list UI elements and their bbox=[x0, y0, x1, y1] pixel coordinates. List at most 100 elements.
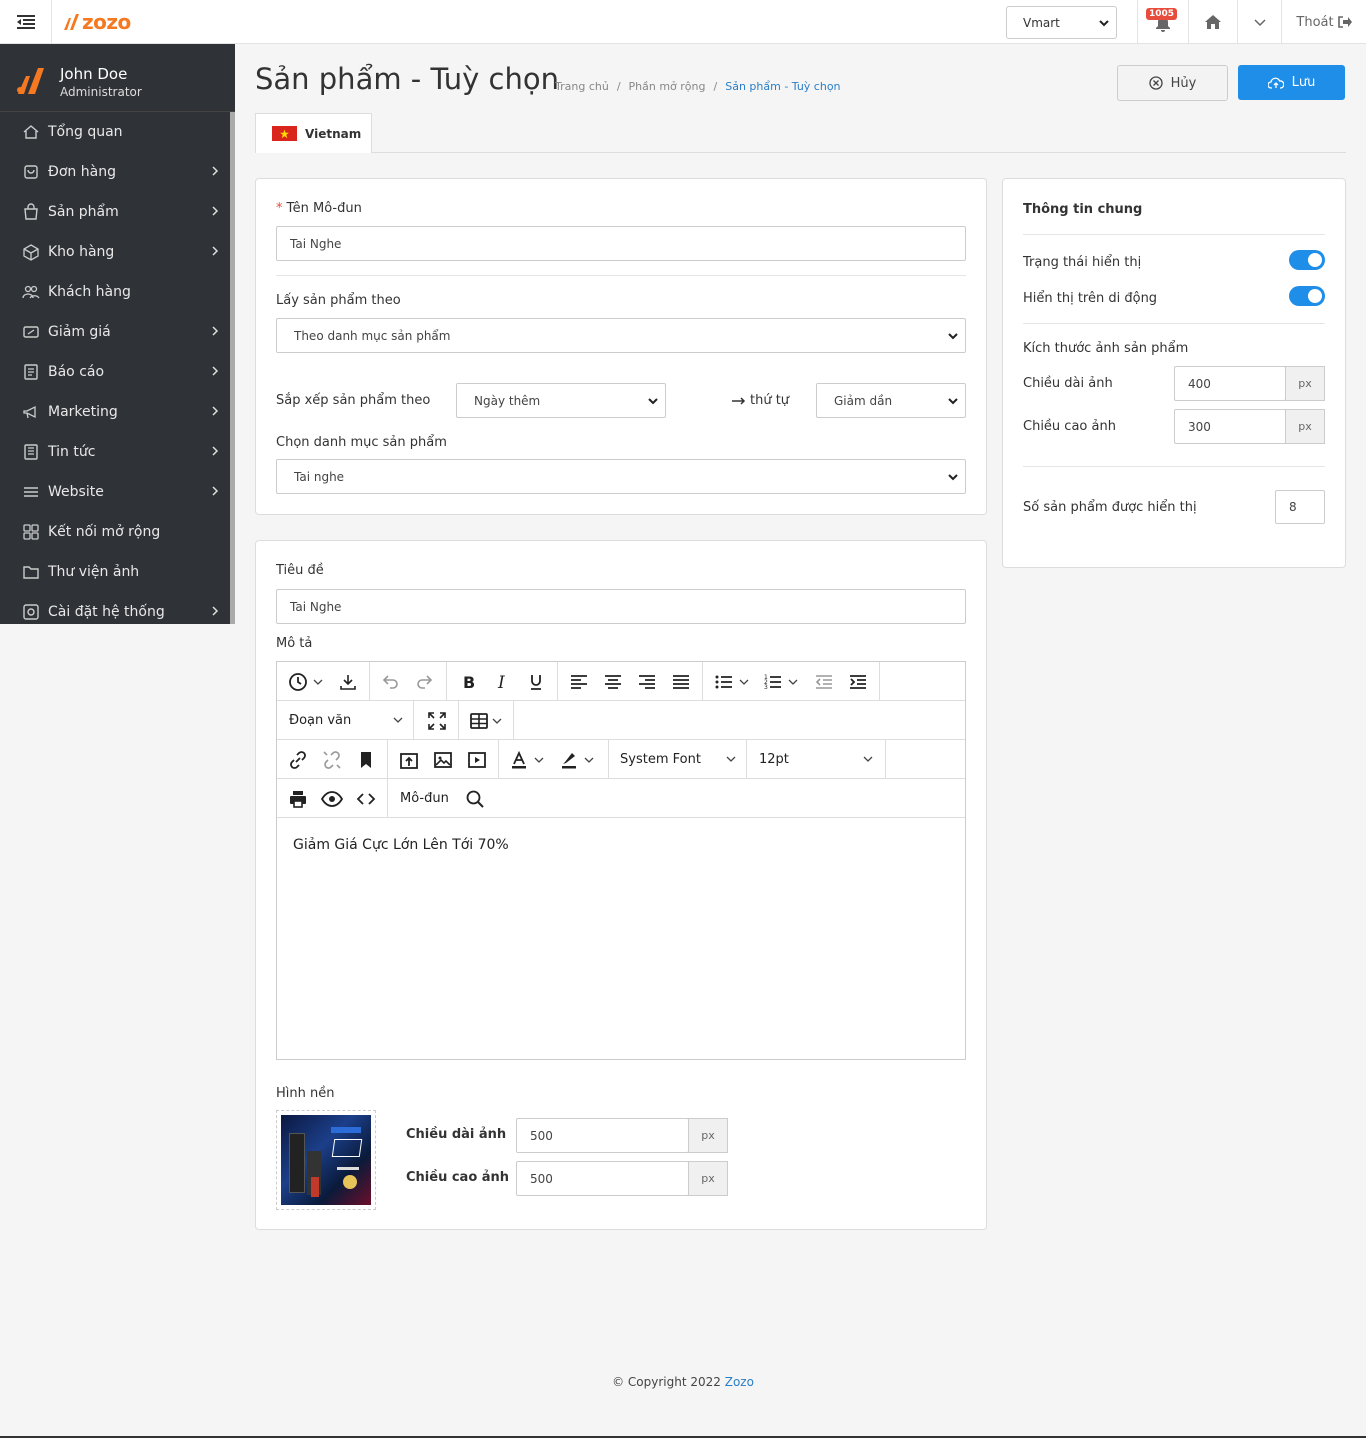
notifications-button[interactable]: 1005 bbox=[1137, 0, 1188, 44]
sidebar-item-label: Đơn hàng bbox=[48, 164, 116, 180]
module-insert-button[interactable]: Mô-đun bbox=[400, 779, 449, 818]
sidebar-item-label: Cài đặt hệ thống bbox=[48, 604, 165, 620]
unlink-icon[interactable] bbox=[320, 748, 344, 772]
sidebar-item-settings[interactable]: Cài đặt hệ thống bbox=[0, 592, 235, 632]
chevron-down-icon[interactable] bbox=[533, 748, 545, 772]
footer-brand-link[interactable]: Zozo bbox=[725, 1375, 754, 1389]
align-left-icon[interactable] bbox=[567, 670, 591, 694]
tab-label: Vietnam bbox=[305, 126, 362, 141]
text-color-icon[interactable] bbox=[507, 748, 531, 772]
user-menu-button[interactable] bbox=[1237, 0, 1281, 44]
numbered-list-icon[interactable]: 123 bbox=[761, 670, 785, 694]
mobile-display-toggle[interactable] bbox=[1289, 286, 1325, 306]
sidebar-item-box[interactable]: Kho hàng bbox=[0, 232, 235, 272]
bg-width-input[interactable]: 500 bbox=[516, 1118, 689, 1153]
table-icon[interactable] bbox=[467, 709, 491, 733]
link-icon[interactable] bbox=[286, 748, 310, 772]
module-name-input[interactable]: Tai Nghe bbox=[276, 226, 966, 261]
chevron-down-icon[interactable] bbox=[491, 709, 503, 733]
preview-eye-icon[interactable] bbox=[320, 787, 344, 811]
bullet-list-icon[interactable] bbox=[712, 670, 736, 694]
italic-icon[interactable]: I bbox=[490, 670, 514, 694]
logout-button[interactable]: Thoát bbox=[1281, 0, 1366, 44]
tab-vietnam[interactable]: Vietnam bbox=[255, 113, 372, 153]
chevron-down-icon[interactable] bbox=[738, 670, 750, 694]
source-code-icon[interactable] bbox=[354, 787, 378, 811]
redo-icon[interactable] bbox=[413, 670, 437, 694]
image-height-label: Chiều cao ảnh bbox=[1023, 419, 1116, 434]
image-width-input[interactable]: 400 bbox=[1174, 366, 1286, 401]
editor-content[interactable]: Giảm Giá Cực Lớn Lên Tới 70% bbox=[293, 837, 509, 853]
history-icon[interactable] bbox=[286, 670, 310, 694]
display-status-toggle[interactable] bbox=[1289, 250, 1325, 270]
sidebar-item-bag[interactable]: Sản phẩm bbox=[0, 192, 235, 232]
chevron-down-icon bbox=[1098, 17, 1110, 29]
store-select[interactable]: Vmart bbox=[1006, 6, 1117, 39]
download-icon[interactable] bbox=[336, 670, 360, 694]
toolbar-group: System Font bbox=[609, 740, 747, 779]
highlight-icon[interactable] bbox=[557, 748, 581, 772]
underline-icon[interactable] bbox=[524, 670, 548, 694]
media-icon[interactable] bbox=[465, 748, 489, 772]
save-button[interactable]: Lưu bbox=[1238, 65, 1345, 100]
notification-count-badge: 1005 bbox=[1146, 8, 1178, 20]
home-icon bbox=[1205, 15, 1221, 29]
category-label: Chọn danh mục sản phẩm bbox=[276, 435, 447, 450]
home-button[interactable] bbox=[1188, 0, 1237, 44]
extensions-icon bbox=[22, 523, 40, 541]
product-count-input[interactable]: 8 bbox=[1275, 490, 1325, 524]
undo-icon[interactable] bbox=[378, 670, 402, 694]
font-size-value: 12pt bbox=[759, 752, 789, 767]
bookmark-icon[interactable] bbox=[354, 748, 378, 772]
sidebar-item-label: Sản phẩm bbox=[48, 204, 119, 220]
align-right-icon[interactable] bbox=[635, 670, 659, 694]
sidebar-item-home[interactable]: Tổng quan bbox=[0, 112, 235, 152]
breadcrumb-extensions[interactable]: Phần mở rộng bbox=[629, 80, 706, 93]
block-format-dropdown[interactable]: Đoạn văn bbox=[289, 701, 409, 740]
sort-by-select[interactable]: Ngày thêm bbox=[456, 383, 666, 418]
brand-logo[interactable]: zozo bbox=[62, 10, 131, 34]
image-height-input[interactable]: 300 bbox=[1174, 409, 1286, 444]
sidebar-item-extensions[interactable]: Kết nối mở rộng bbox=[0, 512, 235, 552]
outdent-icon[interactable] bbox=[812, 670, 836, 694]
sidebar-item-discount[interactable]: Giảm giá bbox=[0, 312, 235, 352]
menu-toggle-button[interactable] bbox=[0, 0, 52, 44]
chevron-down-icon[interactable] bbox=[787, 670, 799, 694]
indent-icon[interactable] bbox=[846, 670, 870, 694]
chevron-down-icon[interactable] bbox=[583, 748, 595, 772]
align-justify-icon[interactable] bbox=[669, 670, 693, 694]
bg-height-input[interactable]: 500 bbox=[516, 1161, 689, 1196]
font-size-dropdown[interactable]: 12pt bbox=[759, 740, 879, 779]
chevron-right-icon bbox=[211, 405, 219, 417]
product-source-select[interactable]: Theo danh mục sản phẩm bbox=[276, 318, 966, 353]
sidebar-item-report[interactable]: Báo cáo bbox=[0, 352, 235, 392]
chevron-right-icon bbox=[211, 605, 219, 617]
breadcrumb-home[interactable]: Trang chủ bbox=[555, 80, 609, 93]
chevron-down-icon[interactable] bbox=[312, 670, 324, 694]
sidebar-item-website[interactable]: Website bbox=[0, 472, 235, 512]
category-select[interactable]: Tai nghe bbox=[276, 459, 966, 494]
sidebar-item-folder[interactable]: Thư viện ảnh bbox=[0, 552, 235, 592]
display-status-label: Trạng thái hiển thị bbox=[1023, 255, 1142, 270]
align-center-icon[interactable] bbox=[601, 670, 625, 694]
font-family-dropdown[interactable]: System Font bbox=[620, 740, 742, 779]
sort-order-select[interactable]: Giảm dần bbox=[816, 383, 966, 418]
divider bbox=[1023, 234, 1325, 235]
title-input[interactable]: Tai Nghe bbox=[276, 589, 966, 624]
image-icon[interactable] bbox=[431, 748, 455, 772]
cancel-button[interactable]: Hủy bbox=[1117, 65, 1228, 101]
logout-label: Thoát bbox=[1296, 14, 1334, 30]
fullscreen-icon[interactable] bbox=[425, 709, 449, 733]
chevron-down-icon bbox=[393, 716, 403, 724]
bold-icon[interactable]: B bbox=[456, 670, 480, 694]
sidebar-item-marketing[interactable]: Marketing bbox=[0, 392, 235, 432]
page-title: Sản phẩm - Tuỳ chọn bbox=[255, 62, 560, 96]
upload-icon[interactable] bbox=[397, 748, 421, 772]
sidebar-item-news[interactable]: Tin tức bbox=[0, 432, 235, 472]
sidebar-item-order[interactable]: Đơn hàng bbox=[0, 152, 235, 192]
search-icon[interactable] bbox=[463, 787, 487, 811]
print-icon[interactable] bbox=[286, 787, 310, 811]
sidebar-item-users[interactable]: Khách hàng bbox=[0, 272, 235, 312]
background-image-picker[interactable] bbox=[276, 1110, 376, 1210]
user-profile[interactable]: John Doe Administrator bbox=[0, 44, 235, 112]
